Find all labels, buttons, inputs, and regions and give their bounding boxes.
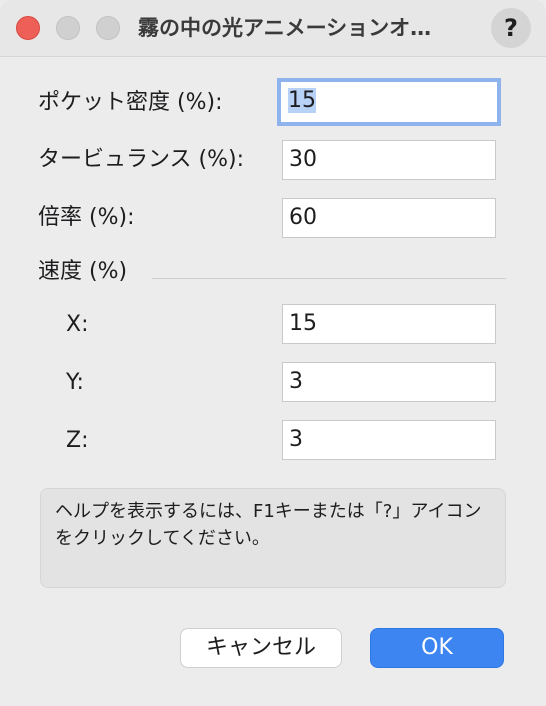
turbulence-input[interactable]: 30 xyxy=(282,140,496,180)
scale-input[interactable]: 60 xyxy=(282,198,496,238)
pocket-density-value: 15 xyxy=(288,88,316,113)
zoom-window-button[interactable] xyxy=(96,16,120,40)
help-message-text: ヘルプを表示するには、F1キーまたは「?」アイコンをクリックしてください。 xyxy=(55,501,482,549)
speed-x-label: X: xyxy=(66,312,89,337)
ok-button[interactable]: OK xyxy=(370,628,504,668)
speed-x-input[interactable]: 15 xyxy=(282,304,496,344)
speed-y-label: Y: xyxy=(66,370,84,395)
minimize-window-button[interactable] xyxy=(56,16,80,40)
help-message-box: ヘルプを表示するには、F1キーまたは「?」アイコンをクリックしてください。 xyxy=(40,488,506,588)
dialog-window: 霧の中の光アニメーションオ… ? ポケット密度 (%): 15 タービュランス … xyxy=(0,0,546,706)
cancel-button[interactable]: キャンセル xyxy=(180,628,342,668)
pocket-density-input[interactable]: 15 xyxy=(277,78,501,126)
title-divider xyxy=(0,56,546,57)
speed-z-label: Z: xyxy=(66,428,89,453)
speed-z-input[interactable]: 3 xyxy=(282,420,496,460)
close-window-button[interactable] xyxy=(16,16,40,40)
speed-section-label: 速度 (%) xyxy=(38,259,128,284)
speed-section-divider xyxy=(152,278,506,279)
window-title: 霧の中の光アニメーションオ… xyxy=(138,16,432,40)
turbulence-label: タービュランス (%): xyxy=(38,147,245,172)
title-bar: 霧の中の光アニメーションオ… ? xyxy=(0,0,546,56)
speed-y-input[interactable]: 3 xyxy=(282,362,496,402)
help-button[interactable]: ? xyxy=(491,8,531,48)
scale-label: 倍率 (%): xyxy=(38,205,135,230)
pocket-density-label: ポケット密度 (%): xyxy=(38,90,223,115)
